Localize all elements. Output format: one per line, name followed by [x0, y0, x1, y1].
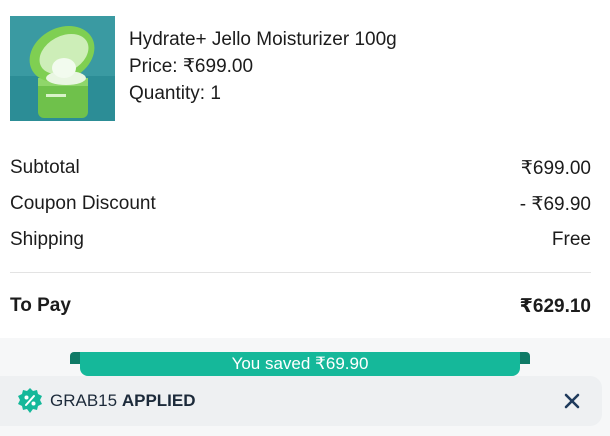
shipping-value: Free [551, 229, 591, 250]
discount-row: Coupon Discount - ₹69.90 [10, 186, 591, 222]
total-value: ₹629.10 [519, 295, 591, 317]
cart-item: Hydrate+ Jello Moisturizer 100g Price: ₹… [10, 16, 397, 121]
product-quantity: Quantity: 1 [129, 83, 221, 104]
product-name[interactable]: Hydrate+ Jello Moisturizer 100g [129, 26, 397, 53]
total-label: To Pay [10, 295, 71, 316]
price-summary: Subtotal ₹699.00 Coupon Discount - ₹69.9… [10, 150, 591, 324]
total-row: To Pay ₹629.10 [10, 288, 591, 324]
discount-value: - ₹69.90 [519, 193, 591, 215]
coupon-applied-label: APPLIED [121, 391, 196, 410]
product-image [10, 16, 115, 121]
product-info: Hydrate+ Jello Moisturizer 100g Price: ₹… [129, 26, 397, 107]
subtotal-row: Subtotal ₹699.00 [10, 150, 591, 186]
applied-coupon-card: GRAB15 APPLIED [0, 376, 602, 426]
subtotal-value: ₹699.00 [520, 157, 591, 179]
savings-text: You saved ₹69.90 [80, 352, 520, 376]
coupon-status: GRAB15 APPLIED [50, 391, 196, 411]
product-jar-image [10, 16, 115, 121]
order-summary-page: Hydrate+ Jello Moisturizer 100g Price: ₹… [0, 0, 610, 436]
product-price: Price: ₹699.00 [129, 56, 254, 77]
summary-divider [10, 272, 591, 273]
coupon-code: GRAB15 [50, 391, 118, 410]
subtotal-label: Subtotal [10, 157, 80, 178]
discount-badge-icon [16, 387, 44, 415]
shipping-label: Shipping [10, 229, 84, 250]
discount-label: Coupon Discount [10, 193, 156, 214]
savings-ribbon: You saved ₹69.90 [70, 352, 530, 376]
shipping-row: Shipping Free [10, 222, 591, 258]
close-icon[interactable] [562, 391, 582, 411]
